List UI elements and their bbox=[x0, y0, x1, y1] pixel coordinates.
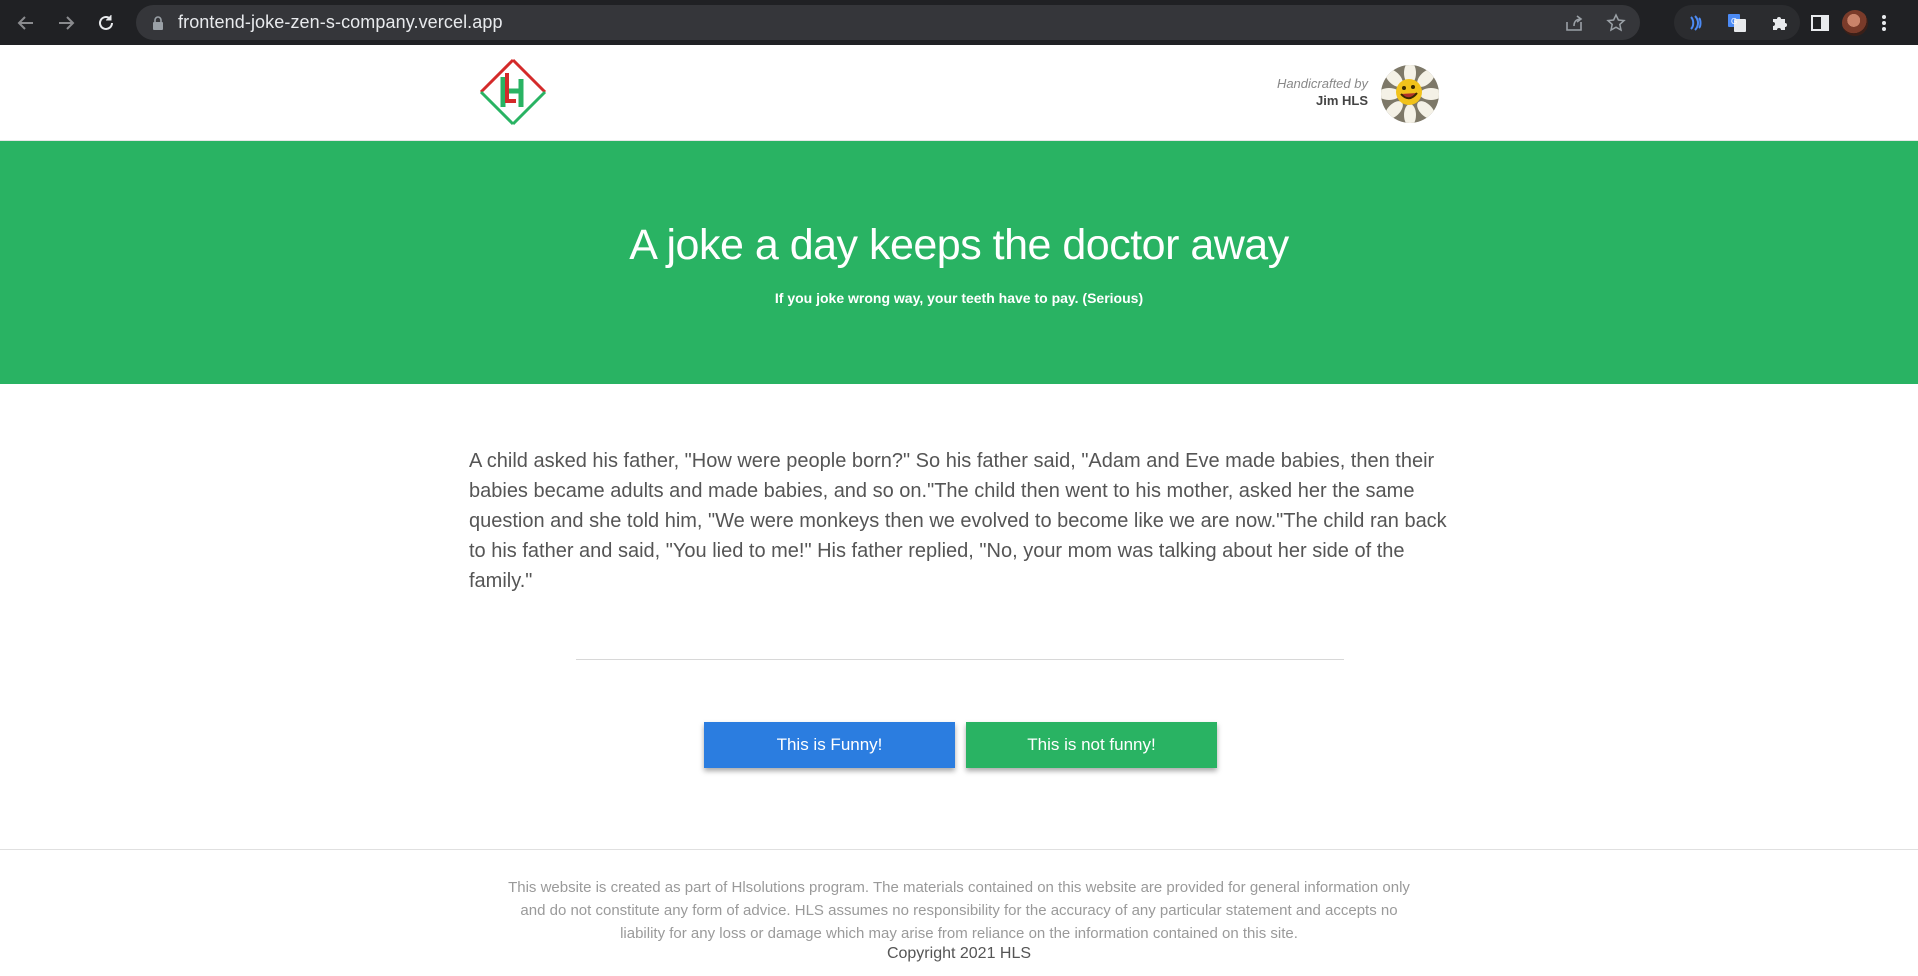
profile-avatar[interactable] bbox=[1842, 9, 1868, 36]
joke-text: A child asked his father, "How were peop… bbox=[469, 450, 1447, 592]
hero-banner: A joke a day keeps the doctor away If yo… bbox=[0, 141, 1918, 384]
menu-icon[interactable] bbox=[1880, 13, 1888, 33]
credit-name: Jim HLS bbox=[1315, 93, 1368, 108]
svg-text:G: G bbox=[1731, 17, 1737, 26]
footer-copyright: Copyright 2021 HLS bbox=[886, 945, 1032, 962]
back-icon bbox=[17, 15, 33, 30]
share-icon[interactable] bbox=[1564, 13, 1584, 33]
footer-disclaimer: This website is created as part of Hlsol… bbox=[508, 879, 1410, 942]
hls-logo[interactable] bbox=[476, 57, 550, 127]
footer-divider bbox=[0, 849, 1918, 850]
author-avatar bbox=[1381, 65, 1439, 123]
puzzle-icon[interactable] bbox=[1769, 13, 1789, 33]
sidepanel-icon[interactable] bbox=[1810, 13, 1830, 33]
forward-button[interactable] bbox=[46, 0, 86, 45]
extensions-group: G bbox=[1674, 5, 1800, 40]
hero-subtitle: If you joke wrong way, your teeth have t… bbox=[774, 290, 1144, 306]
funny-button[interactable]: This is Funny! bbox=[704, 722, 955, 768]
hero-title: A joke a day keeps the doctor away bbox=[629, 221, 1289, 269]
url-text: frontend-joke-zen-s-company.vercel.app bbox=[178, 12, 503, 32]
reload-icon bbox=[99, 14, 113, 30]
back-button[interactable] bbox=[6, 0, 46, 45]
address-bar[interactable]: frontend-joke-zen-s-company.vercel.app bbox=[136, 5, 1640, 40]
divider bbox=[576, 659, 1344, 660]
credit-by: Handicrafted by bbox=[1276, 76, 1368, 91]
extension-icon[interactable] bbox=[1685, 13, 1705, 33]
browser-toolbar: frontend-joke-zen-s-company.vercel.app G bbox=[0, 0, 1918, 45]
site-header: Handicrafted by Jim HLS bbox=[0, 45, 1918, 141]
translate-icon[interactable]: G bbox=[1726, 12, 1748, 34]
lock-icon bbox=[153, 15, 163, 30]
not-funny-button[interactable]: This is not funny! bbox=[966, 722, 1217, 768]
credit: Handicrafted by Jim HLS bbox=[1180, 75, 1368, 109]
forward-icon bbox=[59, 15, 75, 30]
reload-button[interactable] bbox=[86, 0, 126, 45]
star-icon[interactable] bbox=[1606, 12, 1626, 33]
